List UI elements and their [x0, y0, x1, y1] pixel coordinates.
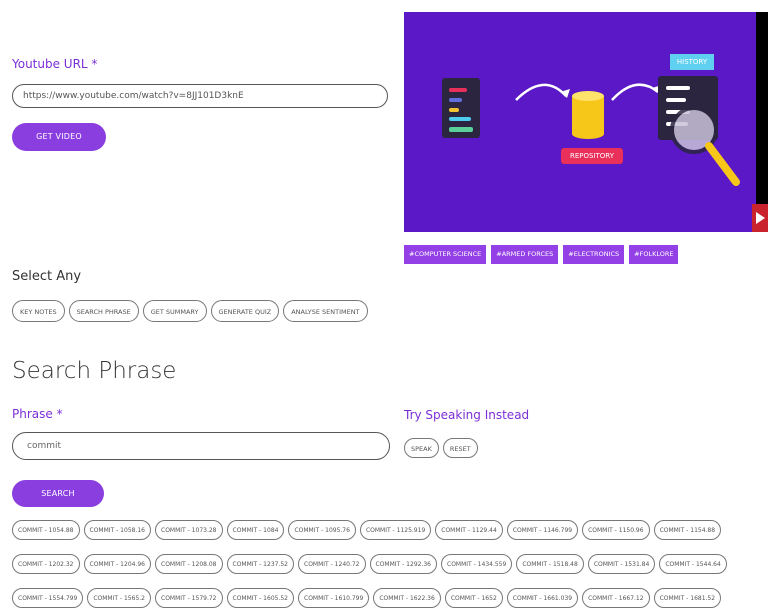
result-chip[interactable]: COMMIT - 1058.16 [83, 520, 151, 540]
select-any-label: Select Any [12, 269, 82, 284]
result-chip[interactable]: COMMIT - 1544.64 [659, 554, 727, 574]
speak-button[interactable]: SPEAK [404, 438, 439, 458]
get-video-button[interactable]: GET VIDEO [12, 123, 106, 151]
analyse-sentiment-button[interactable]: ANALYSE SENTIMENT [283, 300, 368, 322]
play-button[interactable] [752, 204, 768, 232]
result-chip[interactable]: COMMIT - 1146.799 [506, 520, 579, 540]
result-chip[interactable]: COMMIT - 1610.799 [298, 588, 370, 608]
result-row: COMMIT - 1202.32 COMMIT - 1204.96 COMMIT… [12, 554, 727, 574]
option-chip-row: KEY NOTES SEARCH PHRASE GET SUMMARY GENE… [12, 300, 368, 322]
result-chip[interactable]: COMMIT - 1054.88 [12, 520, 80, 540]
result-chip[interactable]: COMMIT - 1622.36 [373, 588, 441, 608]
result-chip[interactable]: COMMIT - 1129.44 [435, 520, 503, 540]
result-chip[interactable]: COMMIT - 1208.08 [155, 554, 223, 574]
tag-chip[interactable]: #ELECTRONICS [563, 245, 625, 264]
phrase-input[interactable]: commit [12, 432, 390, 460]
result-chip[interactable]: COMMIT - 1292.36 [369, 554, 437, 574]
result-chip[interactable]: COMMIT - 1605.52 [226, 588, 294, 608]
result-chip[interactable]: COMMIT - 1237.52 [226, 554, 294, 574]
result-chip[interactable]: COMMIT - 1073.28 [155, 520, 223, 540]
tag-list: #COMPUTER SCIENCE #ARMED FORCES #ELECTRO… [404, 245, 679, 264]
result-chip[interactable]: COMMIT - 1204.96 [83, 554, 151, 574]
speak-controls: SPEAK RESET [404, 438, 478, 458]
key-notes-button[interactable]: KEY NOTES [12, 300, 65, 322]
tag-chip[interactable]: #FOLKLORE [629, 245, 679, 264]
result-row: COMMIT - 1054.88 COMMIT - 1058.16 COMMIT… [12, 520, 722, 540]
video-frame: HISTORY REPOSITORY [404, 12, 756, 232]
result-chip[interactable]: COMMIT - 1125.919 [359, 520, 432, 540]
play-icon [756, 212, 765, 224]
result-chip[interactable]: COMMIT - 1681.52 [653, 588, 722, 608]
result-chip[interactable]: COMMIT - 1565.2 [87, 588, 151, 608]
speak-heading: Try Speaking Instead [404, 408, 530, 422]
video-player[interactable]: HISTORY REPOSITORY [404, 12, 768, 232]
result-chip[interactable]: COMMIT - 1202.32 [12, 554, 80, 574]
search-phrase-button[interactable]: SEARCH PHRASE [68, 300, 139, 322]
result-chip[interactable]: COMMIT - 1518.48 [516, 554, 584, 574]
result-row: COMMIT - 1554.799 COMMIT - 1565.2 COMMIT… [12, 588, 722, 608]
search-button[interactable]: SEARCH [12, 480, 104, 507]
repository-cylinder-icon [572, 96, 604, 134]
section-heading: Search Phrase [12, 358, 177, 384]
result-chip[interactable]: COMMIT - 1240.72 [298, 554, 366, 574]
video-thumbnail-illustration [442, 54, 740, 186]
result-chip[interactable]: COMMIT - 1150.96 [582, 520, 650, 540]
generate-quiz-button[interactable]: GENERATE QUIZ [210, 300, 280, 322]
arrow-icon [515, 83, 567, 101]
reset-button[interactable]: RESET [442, 438, 478, 458]
repository-badge: REPOSITORY [569, 152, 614, 160]
result-chip[interactable]: COMMIT - 1579.72 [155, 588, 223, 608]
youtube-url-input[interactable]: https://www.youtube.com/watch?v=8JJ101D3… [12, 84, 388, 108]
result-chip[interactable]: COMMIT - 1084 [226, 520, 285, 540]
result-chip[interactable]: COMMIT - 1667.12 [582, 588, 650, 608]
result-chip[interactable]: COMMIT - 1531.84 [587, 554, 656, 574]
result-chip[interactable]: COMMIT - 1652 [444, 588, 503, 608]
tag-chip[interactable]: #COMPUTER SCIENCE [404, 245, 487, 264]
history-badge: HISTORY [676, 58, 708, 66]
get-summary-button[interactable]: GET SUMMARY [142, 300, 207, 322]
tag-chip[interactable]: #ARMED FORCES [491, 245, 559, 264]
phrase-label: Phrase * [12, 407, 63, 421]
result-chip[interactable]: COMMIT - 1434.559 [441, 554, 513, 574]
result-chip[interactable]: COMMIT - 1154.88 [653, 520, 722, 540]
result-chip[interactable]: COMMIT - 1661.039 [506, 588, 579, 608]
result-chip[interactable]: COMMIT - 1554.799 [12, 588, 84, 608]
youtube-url-label: Youtube URL * [12, 57, 98, 71]
result-chip[interactable]: COMMIT - 1095.76 [288, 520, 356, 540]
